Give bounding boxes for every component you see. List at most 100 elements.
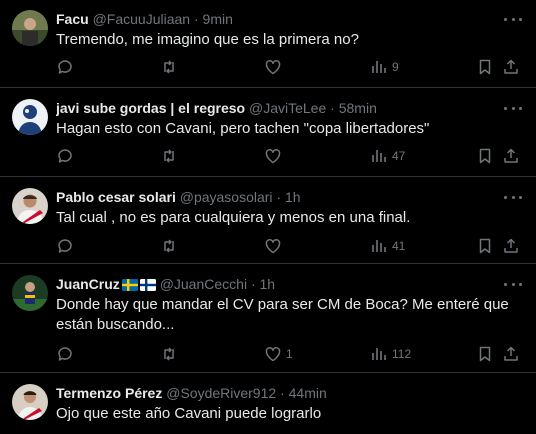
reply-text: Ojo que este año Cavani puede lograrlo — [56, 405, 322, 422]
reply-text: Hagan esto con Cavani, pero tachen "copa… — [56, 120, 430, 137]
more-icon[interactable] — [504, 12, 522, 26]
repost-button[interactable] — [160, 146, 178, 166]
separator: · — [272, 189, 285, 205]
reply-header: javi sube gordas | el regreso @JaviTeLee… — [56, 99, 496, 117]
views-icon — [372, 150, 386, 162]
views-count: 41 — [392, 239, 406, 253]
reply-button[interactable] — [56, 146, 74, 166]
repost-button[interactable] — [160, 236, 178, 256]
user-handle[interactable]: @JaviTeLee — [249, 100, 326, 116]
like-icon — [265, 346, 281, 362]
bookmark-icon — [479, 346, 491, 362]
avatar[interactable] — [12, 275, 48, 311]
repost-button[interactable] — [160, 344, 178, 364]
avatar[interactable] — [12, 99, 48, 135]
bookmark-icon — [479, 238, 491, 254]
views-icon — [372, 348, 386, 360]
avatar[interactable] — [12, 384, 48, 420]
reply-text: Tal cual , no es para cualquiera y menos… — [56, 209, 411, 226]
views-icon — [372, 240, 386, 252]
user-handle[interactable]: @SoydeRiver912 — [166, 385, 276, 401]
share-button[interactable] — [502, 236, 520, 256]
user-handle[interactable]: @FacuuJuliaan — [93, 11, 191, 27]
replies-feed: Facu @FacuuJuliaan · 9min Tremendo, me i… — [0, 0, 536, 434]
reply-item[interactable]: JuanCruz @JuanCecchi · 1h Donde hay que … — [0, 265, 536, 373]
reply-icon — [58, 239, 72, 253]
like-button[interactable] — [264, 57, 286, 77]
reply-item[interactable]: javi sube gordas | el regreso @JaviTeLee… — [0, 89, 536, 177]
avatar[interactable] — [12, 188, 48, 224]
reply-button[interactable] — [56, 236, 74, 256]
repost-button[interactable] — [160, 57, 178, 77]
views-button[interactable]: 41 — [370, 236, 405, 256]
action-bar: 41 — [56, 236, 522, 256]
like-button[interactable]: 1 — [264, 344, 293, 364]
repost-icon — [164, 60, 174, 74]
separator: · — [190, 11, 203, 27]
reply-text: Tremendo, me imagino que es la primera n… — [56, 31, 359, 48]
bookmark-button[interactable] — [476, 236, 494, 256]
views-button[interactable]: 47 — [370, 146, 405, 166]
reply-header: Facu @FacuuJuliaan · 9min — [56, 10, 496, 28]
reply-icon — [58, 347, 72, 361]
more-icon[interactable] — [504, 101, 522, 115]
user-handle[interactable]: @JuanCecchi — [160, 276, 247, 292]
timestamp[interactable]: 9min — [203, 11, 233, 27]
repost-icon — [164, 149, 174, 163]
bookmark-icon — [479, 148, 491, 164]
action-bar: 47 — [56, 146, 522, 166]
more-icon[interactable] — [504, 190, 522, 204]
reply-header: JuanCruz @JuanCecchi · 1h — [56, 275, 496, 295]
like-button[interactable] — [264, 236, 286, 256]
views-count: 9 — [392, 60, 399, 74]
like-icon — [265, 238, 281, 254]
reply-item[interactable]: Facu @FacuuJuliaan · 9min Tremendo, me i… — [0, 0, 536, 88]
like-count: 1 — [286, 347, 293, 361]
reply-header: Pablo cesar solari @payasosolari · 1h — [56, 188, 496, 206]
separator: · — [326, 100, 339, 116]
like-icon — [265, 59, 281, 75]
more-icon[interactable] — [504, 277, 522, 291]
display-name[interactable]: Termenzo Pérez — [56, 385, 162, 401]
like-icon — [265, 148, 281, 164]
bookmark-icon — [479, 59, 491, 75]
timestamp[interactable]: 1h — [260, 276, 276, 292]
share-button[interactable] — [502, 344, 520, 364]
reply-icon — [58, 149, 72, 163]
share-icon — [504, 59, 518, 74]
timestamp[interactable]: 58min — [339, 100, 377, 116]
action-bar: 1 112 — [56, 344, 522, 364]
display-name[interactable]: Facu — [56, 11, 89, 27]
repost-icon — [164, 239, 174, 253]
avatar[interactable] — [12, 10, 48, 46]
views-button[interactable]: 9 — [370, 57, 399, 77]
like-button[interactable] — [264, 146, 286, 166]
share-button[interactable] — [502, 57, 520, 77]
share-button[interactable] — [502, 146, 520, 166]
display-name[interactable]: JuanCruz — [56, 276, 120, 292]
timestamp[interactable]: 44min — [289, 385, 327, 401]
reply-button[interactable] — [56, 344, 74, 364]
reply-item[interactable]: Pablo cesar solari @payasosolari · 1h Ta… — [0, 178, 536, 264]
bookmark-button[interactable] — [476, 146, 494, 166]
reply-header: Termenzo Pérez @SoydeRiver912 · 44min — [56, 384, 496, 402]
finland-flag-icon — [139, 277, 156, 295]
views-button[interactable]: 112 — [370, 344, 411, 364]
share-icon — [504, 346, 518, 361]
reply-text: Donde hay que mandar el CV para ser CM d… — [56, 296, 509, 333]
user-handle[interactable]: @payasosolari — [180, 189, 273, 205]
views-count: 112 — [392, 347, 412, 361]
share-icon — [504, 238, 518, 253]
display-name[interactable]: Pablo cesar solari — [56, 189, 176, 205]
action-bar: 9 — [56, 57, 522, 77]
bookmark-button[interactable] — [476, 344, 494, 364]
share-icon — [504, 148, 518, 163]
views-count: 47 — [392, 149, 406, 163]
bookmark-button[interactable] — [476, 57, 494, 77]
views-icon — [372, 61, 386, 73]
separator: · — [276, 385, 289, 401]
timestamp[interactable]: 1h — [285, 189, 301, 205]
display-name[interactable]: javi sube gordas | el regreso — [56, 100, 245, 116]
reply-item[interactable]: Termenzo Pérez @SoydeRiver912 · 44min Oj… — [0, 374, 536, 434]
reply-button[interactable] — [56, 57, 74, 77]
